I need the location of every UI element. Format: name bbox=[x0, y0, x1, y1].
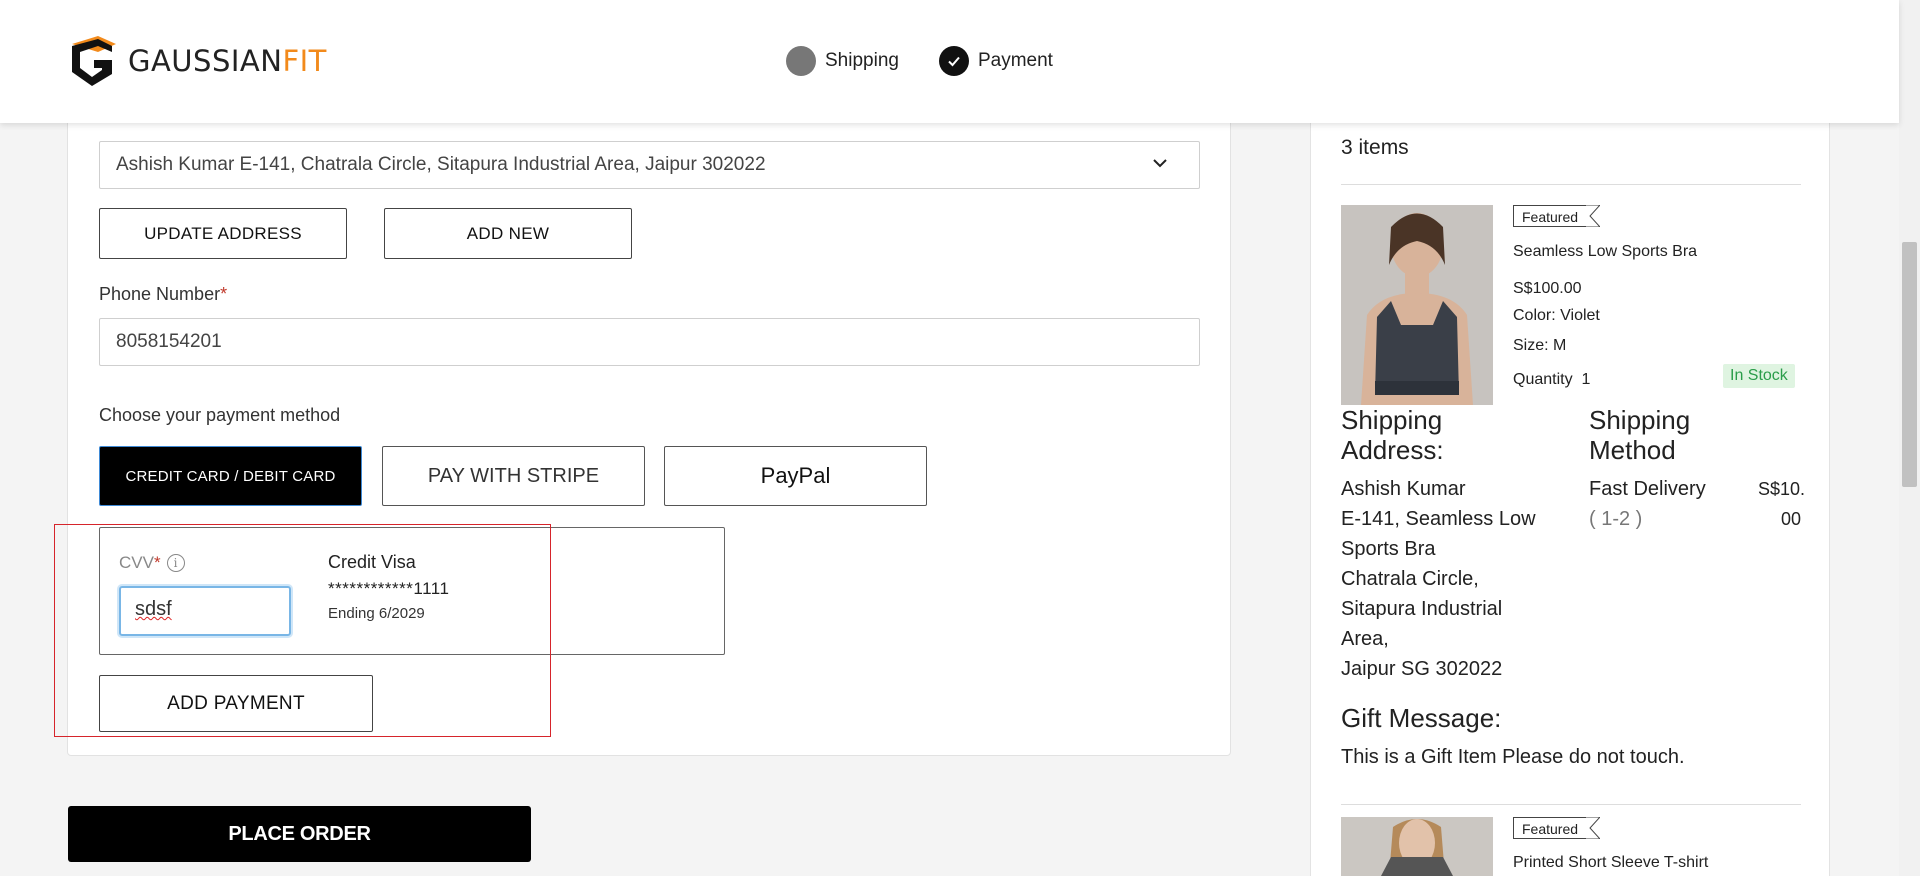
stripe-method-button[interactable]: PAY WITH STRIPE bbox=[382, 446, 645, 506]
order-summary: 3 items Featured Seamless Low Sports Bra… bbox=[1310, 100, 1830, 876]
divider bbox=[1341, 804, 1801, 805]
logo-wordmark: GAUSSIANFIT bbox=[128, 44, 327, 78]
payment-method-label: Choose your payment method bbox=[99, 405, 341, 425]
place-order-button[interactable]: PLACE ORDER bbox=[68, 806, 531, 862]
step-label: Shipping bbox=[825, 50, 899, 71]
cvv-label: CVV * i bbox=[119, 553, 185, 573]
step-payment[interactable]: Payment bbox=[938, 46, 1053, 76]
checkout-steps: Shipping Payment bbox=[786, 46, 1053, 76]
stock-badge: In Stock bbox=[1723, 364, 1795, 388]
shipping-address-heading: Shipping Address: bbox=[1341, 405, 1444, 465]
scrollbar[interactable] bbox=[1899, 0, 1920, 876]
items-count: 3 items bbox=[1341, 136, 1409, 159]
add-new-address-button[interactable]: ADD NEW bbox=[384, 208, 632, 259]
card-details: Credit Visa ************1111 Ending 6/20… bbox=[328, 552, 449, 622]
product-color: Color: Violet bbox=[1513, 307, 1600, 324]
shipping-address-select[interactable]: Ashish Kumar E-141, Chatrala Circle, Sit… bbox=[99, 141, 1200, 189]
chevron-down-icon bbox=[1153, 159, 1167, 168]
product-price: S$100.00 bbox=[1513, 280, 1582, 297]
info-icon[interactable]: i bbox=[166, 554, 185, 572]
paypal-method-button[interactable]: PayPal bbox=[664, 446, 927, 506]
product-title[interactable]: Printed Short Sleeve T-shirt bbox=[1513, 854, 1708, 872]
saved-card[interactable]: CVV * i sdsf Credit Visa ************1111… bbox=[99, 527, 725, 655]
shipping-address-text: Ashish Kumar E-141, Seamless Low Sports … bbox=[1341, 478, 1536, 680]
card-number: ************1111 bbox=[328, 579, 450, 598]
gift-message-heading: Gift Message: bbox=[1341, 703, 1502, 733]
featured-badge: Featured bbox=[1513, 205, 1601, 227]
shipping-method-text: Fast Delivery ( 1-2 ) bbox=[1589, 478, 1706, 530]
product-image[interactable] bbox=[1341, 817, 1493, 876]
divider bbox=[1341, 184, 1801, 185]
card-name: Credit Visa bbox=[328, 552, 416, 572]
featured-badge: Featured bbox=[1513, 817, 1601, 839]
shipping-method-heading: Shipping Method bbox=[1589, 405, 1691, 465]
product-title[interactable]: Seamless Low Sports Bra bbox=[1513, 243, 1697, 261]
phone-input[interactable]: 8058154201 bbox=[99, 318, 1200, 366]
product-quantity: Quantity 1 bbox=[1513, 371, 1591, 388]
product-size: Size: M bbox=[1513, 337, 1567, 354]
gift-message-text: This is a Gift Item Please do not touch. bbox=[1341, 746, 1685, 768]
step-pending-icon bbox=[786, 46, 816, 76]
step-label: Payment bbox=[977, 50, 1053, 71]
scrollbar-thumb[interactable] bbox=[1902, 242, 1917, 487]
product-image[interactable] bbox=[1341, 205, 1493, 405]
update-address-button[interactable]: UPDATE ADDRESS bbox=[99, 208, 347, 259]
add-payment-button[interactable]: ADD PAYMENT bbox=[99, 675, 373, 732]
step-shipping[interactable]: Shipping bbox=[786, 46, 899, 76]
phone-label: Phone Number* bbox=[99, 284, 228, 304]
shipping-method-price: S$10. 00 bbox=[1758, 479, 1806, 529]
cvv-input[interactable]: sdsf bbox=[119, 586, 291, 636]
logo[interactable]: GAUSSIANFIT bbox=[68, 34, 327, 88]
logo-icon bbox=[72, 36, 116, 86]
card-expiry: Ending 6/2029 bbox=[328, 605, 425, 622]
checkout-form-card: Ashish Kumar E-141, Chatrala Circle, Sit… bbox=[67, 100, 1231, 756]
credit-card-method-button[interactable]: CREDIT CARD / DEBIT CARD bbox=[99, 446, 362, 506]
check-icon bbox=[938, 46, 969, 76]
header: GAUSSIANFIT Shipping Payment bbox=[0, 0, 1899, 123]
